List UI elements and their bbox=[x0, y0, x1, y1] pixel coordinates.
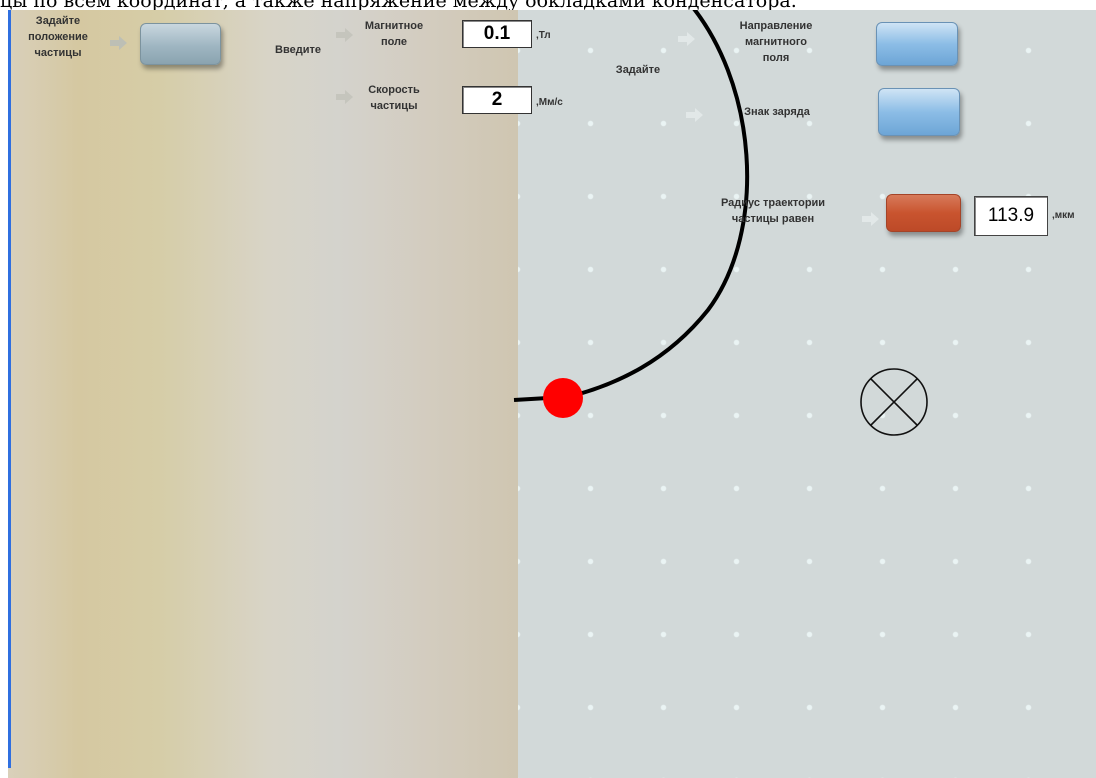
field-direction-label: Направление магнитного поля bbox=[739, 20, 813, 64]
calculate-radius-button[interactable] bbox=[886, 194, 961, 232]
magnetic-field-label: Магнитное поле bbox=[364, 20, 424, 48]
radius-output: 113.9 bbox=[974, 196, 1048, 236]
enter-label: Введите bbox=[275, 44, 321, 56]
radius-label: Радиус траектории частицы равен bbox=[720, 197, 826, 225]
particle[interactable] bbox=[543, 378, 583, 418]
set-position-button[interactable] bbox=[140, 23, 221, 65]
window-left-border bbox=[8, 10, 11, 768]
simulation-stage: Задайте положение частицы Введите Магнит… bbox=[8, 10, 1096, 778]
arrow-right-icon bbox=[686, 108, 703, 122]
trajectory-tail bbox=[513, 396, 549, 402]
arrow-right-icon bbox=[678, 32, 695, 46]
radius-unit: ,мкм bbox=[1052, 210, 1075, 221]
charge-sign-button[interactable] bbox=[878, 88, 960, 136]
magnetic-field-input[interactable]: 0.1 bbox=[462, 20, 532, 48]
arrow-right-icon bbox=[862, 212, 879, 226]
set-label: Задайте bbox=[615, 64, 661, 76]
set-position-label: Задайте положение частицы bbox=[28, 15, 88, 59]
arrow-right-icon bbox=[110, 36, 127, 50]
field-direction-button[interactable] bbox=[876, 22, 958, 66]
field-into-page-icon bbox=[860, 368, 928, 436]
speed-input[interactable]: 2 bbox=[462, 86, 532, 114]
magnetic-field-unit: ,Тл bbox=[536, 30, 551, 41]
arrow-right-icon bbox=[336, 28, 353, 42]
arrow-right-icon bbox=[336, 90, 353, 104]
speed-label: Скорость частицы bbox=[368, 84, 420, 112]
speed-unit: ,Мм/с bbox=[536, 97, 563, 108]
charge-sign-label: Знак заряда bbox=[744, 106, 810, 118]
